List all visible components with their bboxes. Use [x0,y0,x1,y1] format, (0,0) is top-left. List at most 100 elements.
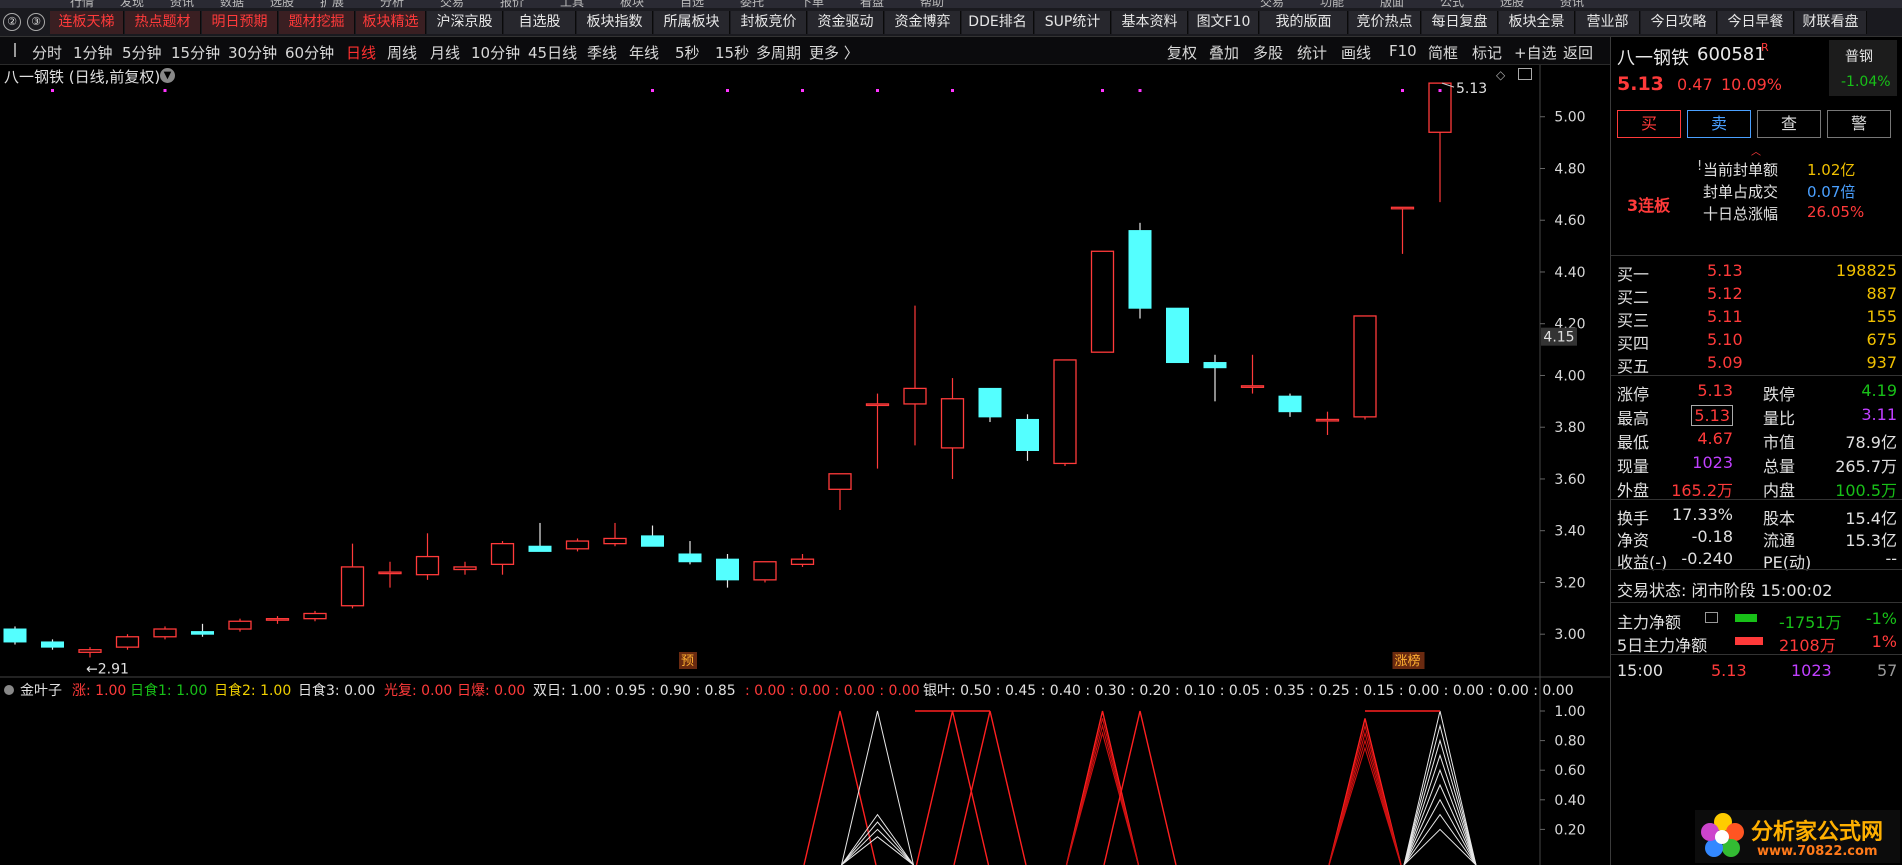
top-menu-item[interactable]: 帮助 [920,0,944,8]
period-7[interactable]: 周线 [387,42,417,63]
top-menu-item[interactable]: 自选 [680,0,704,8]
seal-label: 封单占成交 [1703,183,1779,201]
top-menu-item[interactable]: 数据 [220,0,244,8]
tab-4[interactable]: 板块精选 [356,11,426,34]
tab-13[interactable]: SUP统计 [1035,11,1111,34]
top-menu-item[interactable]: 交易 [440,0,464,8]
toolbar-5[interactable]: F10 [1389,42,1417,60]
period-11[interactable]: 季线 [587,42,617,63]
tab-15[interactable]: 图文F10 [1189,11,1259,34]
layout-2-icon[interactable]: ② [3,13,21,31]
period-1[interactable]: 1分钟 [73,42,113,63]
top-menu-item[interactable]: 委托 [740,0,764,8]
period-3[interactable]: 15分钟 [171,42,220,63]
tab-18[interactable]: 每日复盘 [1422,11,1498,34]
toolbar-7[interactable]: 标记 [1472,42,1502,63]
period-14[interactable]: 15秒 [715,42,749,63]
alert-button[interactable]: 警 [1827,110,1891,138]
tab-14[interactable]: 基本资料 [1112,11,1188,34]
collapse-icon[interactable] [14,43,21,57]
toolbar-2[interactable]: 多股 [1253,42,1283,63]
kline-chart-area[interactable]: 八一钢铁 (日线,前复权) ▼ ◇ 5.00 4.80 4.60 4.40 4.20 4.… [0,65,1610,865]
indicator-spike [841,836,914,865]
toolbar-8[interactable]: +自选 [1514,42,1557,63]
flow-value: 2108万 [1779,636,1836,655]
tab-5[interactable]: 沪深京股 [427,11,503,34]
top-menu-item[interactable]: 资讯 [170,0,194,8]
top-menu-item[interactable]: 选股 [1500,0,1524,8]
top-menu-item[interactable]: 扩展 [320,0,344,8]
indicator-spike [915,710,990,865]
tab-19[interactable]: 板块全景 [1499,11,1575,34]
collapse-up-icon[interactable]: ︿ [1751,143,1761,158]
top-menu-item[interactable]: 行情 [70,0,94,8]
tab-17[interactable]: 竞价热点 [1349,11,1421,34]
tab-11[interactable]: 资金博弈 [885,11,961,34]
period-12[interactable]: 年线 [629,42,659,63]
indicator-legend-item: : 0.00 : 0.00 : 0.00 : 0.00 [745,683,920,699]
buy-button[interactable]: 买 [1617,110,1681,138]
period-10[interactable]: 45日线 [528,42,577,63]
top-menu-item[interactable]: 看盘 [860,0,884,8]
bid-row[interactable]: 买四 5.10 675 [1611,328,1902,353]
period-16[interactable]: 更多 〉 [809,42,859,63]
tab-22[interactable]: 今日早餐 [1718,11,1794,34]
top-menu-item[interactable]: 版面 [1380,0,1404,8]
tick-volume: 1023 [1791,661,1832,680]
query-button[interactable]: 查 [1757,110,1821,138]
top-menu-item[interactable]: 分析 [380,0,404,8]
tab-21[interactable]: 今日攻略 [1641,11,1717,34]
period-13[interactable]: 5秒 [675,42,700,63]
indicator-legend-item: 光复: 0.00 [384,682,452,699]
tab-6[interactable]: 自选股 [504,11,576,34]
period-4[interactable]: 30分钟 [228,42,277,63]
toolbar-0[interactable]: 复权 [1167,42,1197,63]
toolbar-1[interactable]: 叠加 [1209,42,1239,63]
candle-body-up [865,403,890,407]
bid-row[interactable]: 买三 5.11 155 [1611,305,1902,330]
tab-0[interactable]: 连板天梯 [50,11,124,34]
sector-tag: 普钢 [1845,49,1873,65]
top-menu-item[interactable]: 工具 [560,0,584,8]
top-menu-item[interactable]: 公式 [1440,0,1464,8]
indicator-legend-item: 日食2: 1.00 [214,682,291,699]
tab-16[interactable]: 我的版面 [1260,11,1348,34]
period-0[interactable]: 分时 [32,42,62,63]
tab-7[interactable]: 板块指数 [577,11,653,34]
tab-2[interactable]: 明日预期 [202,11,278,34]
toolbar-6[interactable]: 简框 [1428,42,1458,63]
tab-3[interactable]: 题材挖掘 [279,11,355,34]
top-menu-item[interactable]: 下单 [800,0,824,8]
period-9[interactable]: 10分钟 [471,42,520,63]
tab-1[interactable]: 热点题材 [125,11,201,34]
tab-9[interactable]: 封板竞价 [731,11,807,34]
period-6[interactable]: 日线 [346,42,376,63]
bid-row[interactable]: 买二 5.12 887 [1611,282,1902,307]
toolbar-4[interactable]: 画线 [1341,42,1371,63]
tab-12[interactable]: DDE排名 [962,11,1034,34]
layout-3-icon[interactable]: ③ [27,13,45,31]
signal-dot [1438,89,1442,92]
bid-row[interactable]: 买五 5.09 937 [1611,351,1902,376]
top-menu-item[interactable]: 功能 [1320,0,1344,8]
period-2[interactable]: 5分钟 [122,42,162,63]
tab-23[interactable]: 财联看盘 [1795,11,1867,34]
candle-body-down [1203,362,1227,369]
top-menu-item[interactable]: 发现 [120,0,144,8]
period-15[interactable]: 多周期 [756,42,801,63]
top-menu-item[interactable]: 报价 [500,0,524,8]
toolbar-3[interactable]: 统计 [1297,42,1327,63]
top-menu-item[interactable]: 交易 [1260,0,1284,8]
top-menu-item[interactable]: 板块 [620,0,644,8]
sell-button[interactable]: 卖 [1687,110,1751,138]
streak-label: 3连板 [1627,196,1671,215]
top-menu-item[interactable]: 选股 [270,0,294,8]
tab-20[interactable]: 营业部 [1576,11,1640,34]
period-8[interactable]: 月线 [430,42,460,63]
top-menu-item[interactable]: 资讯 [1560,0,1584,8]
tab-8[interactable]: 所属板块 [654,11,730,34]
bid-row[interactable]: 买一 5.13 198825 [1611,259,1902,284]
toolbar-9[interactable]: 返回 [1563,42,1593,63]
tab-10[interactable]: 资金驱动 [808,11,884,34]
period-5[interactable]: 60分钟 [285,42,334,63]
